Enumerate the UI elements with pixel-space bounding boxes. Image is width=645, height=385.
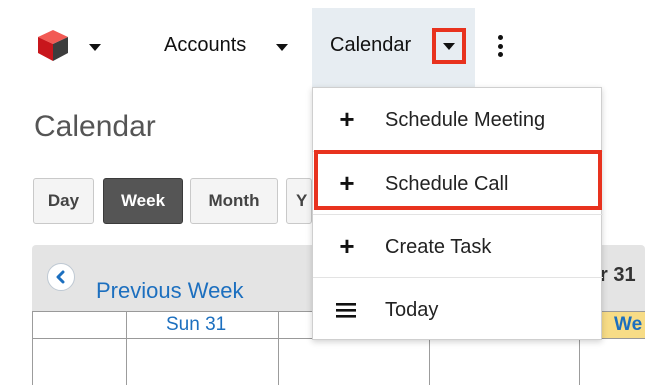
grid-divider bbox=[579, 340, 580, 385]
menu-item-schedule-meeting[interactable]: + Schedule Meeting bbox=[313, 88, 603, 150]
plus-icon: + bbox=[339, 104, 355, 134]
logo-caret-down-icon[interactable] bbox=[89, 44, 101, 51]
chevron-left-icon[interactable] bbox=[47, 263, 75, 291]
grid-divider bbox=[278, 311, 279, 385]
menu-item-create-task[interactable]: + Create Task bbox=[313, 214, 603, 276]
list-icon bbox=[336, 299, 358, 318]
date-range-label: r 31 bbox=[600, 264, 636, 286]
view-month-button[interactable]: Month bbox=[190, 178, 278, 224]
view-day-button[interactable]: Day bbox=[33, 178, 94, 224]
highlight-annotation-box bbox=[314, 150, 602, 210]
day-header-sunday[interactable]: Sun 31 bbox=[166, 314, 226, 336]
view-year-button[interactable]: Y bbox=[286, 178, 312, 224]
page-title: Calendar bbox=[34, 110, 156, 143]
grid-divider bbox=[126, 311, 127, 385]
menu-item-label: Create Task bbox=[385, 236, 492, 258]
accounts-caret-down-icon[interactable] bbox=[276, 44, 288, 51]
more-menu-icon[interactable] bbox=[497, 35, 503, 57]
calendar-dropdown-menu: + Schedule Meeting + Schedule Call + Cre… bbox=[312, 87, 603, 340]
menu-item-label: Schedule Meeting bbox=[385, 109, 546, 131]
menu-item-label: Today bbox=[385, 299, 439, 321]
previous-week-link[interactable]: Previous Week bbox=[96, 278, 244, 304]
grid-divider bbox=[429, 340, 430, 385]
menu-item-today[interactable]: Today bbox=[313, 277, 603, 339]
calendar-caret-down-icon bbox=[443, 42, 455, 50]
plus-icon: + bbox=[339, 231, 355, 261]
nav-accounts[interactable]: Accounts bbox=[164, 34, 246, 57]
top-navigation: Accounts Calendar bbox=[0, 0, 645, 87]
calendar-dropdown-toggle[interactable] bbox=[432, 28, 466, 64]
day-header-wednesday[interactable]: We bbox=[614, 314, 642, 336]
view-week-button[interactable]: Week bbox=[103, 178, 183, 224]
sugar-logo-icon[interactable] bbox=[36, 28, 70, 62]
grid-divider bbox=[32, 311, 33, 385]
nav-calendar[interactable]: Calendar bbox=[330, 34, 411, 57]
